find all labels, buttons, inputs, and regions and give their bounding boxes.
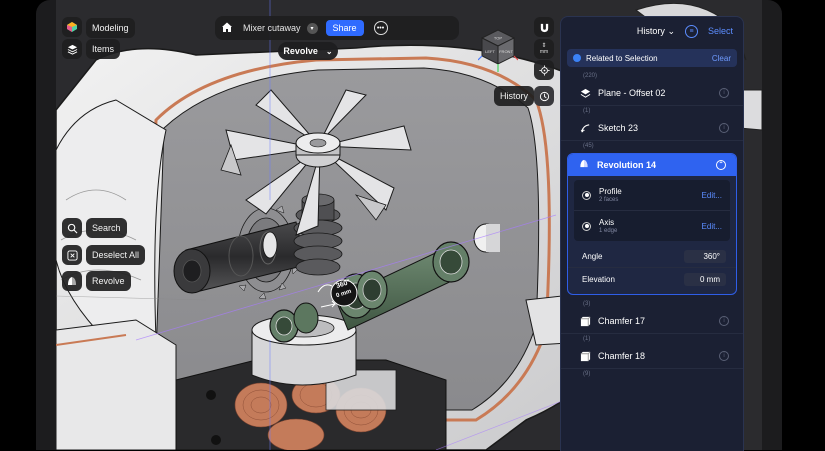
history-count: (220) <box>583 73 598 79</box>
revolve-mode-dropdown[interactable]: Revolve ⌄ <box>278 42 338 60</box>
history-item-label: Sketch 23 <box>598 123 639 133</box>
axis-radio[interactable] <box>582 221 591 231</box>
revolve-icon <box>578 158 590 172</box>
elevation-label: Elevation <box>582 274 615 284</box>
info-icon[interactable]: i <box>719 316 729 326</box>
info-icon[interactable]: i <box>719 351 729 361</box>
profile-label: Profile <box>599 187 622 196</box>
view-cube-front: FRONT <box>499 49 513 54</box>
view-cube[interactable]: TOP LEFT FRONT <box>478 26 518 72</box>
units-selector[interactable]: ⇕ mm <box>534 39 554 59</box>
chamfer-icon <box>579 350 591 362</box>
deselect-icon[interactable] <box>62 245 82 265</box>
select-button[interactable]: Select <box>708 26 733 36</box>
device-bezel-right <box>762 0 782 450</box>
view-cube-top: TOP <box>494 36 502 41</box>
history-chip-label: History <box>500 91 529 101</box>
axis-row[interactable]: Axis 1 edge Edit... <box>574 211 730 241</box>
history-title-dropdown[interactable]: History ⌄ <box>637 26 675 37</box>
chevron-down-icon: ⌄ <box>325 46 333 56</box>
collapse-chevron-icon[interactable]: ⌃ <box>716 160 726 170</box>
chevron-down-icon: ⌄ <box>667 25 675 36</box>
related-label: Related to Selection <box>586 53 658 63</box>
elevation-input[interactable]: 0 mm <box>684 272 726 286</box>
modeling-chip[interactable]: Modeling <box>86 18 135 38</box>
history-item-chamfer-18[interactable]: Chamfer 18 i <box>561 344 743 369</box>
angle-row: Angle 360° <box>568 245 736 268</box>
search-chip[interactable]: Search <box>86 218 127 238</box>
history-item-label: Revolution 14 <box>597 160 657 170</box>
items-label: Items <box>92 44 115 54</box>
history-item-sketch[interactable]: Sketch 23 i <box>561 116 743 141</box>
modeling-workspace-icon[interactable] <box>62 17 82 37</box>
deselect-all-label: Deselect All <box>92 250 140 260</box>
info-icon[interactable]: i <box>719 123 729 133</box>
angle-input[interactable]: 360° <box>684 249 726 263</box>
revolution-inputs: Profile 2 faces Edit... Axis 1 edge Edit… <box>574 180 730 241</box>
related-to-selection-bar[interactable]: Related to Selection Clear <box>567 49 737 67</box>
axis-sub: 1 edge <box>599 228 618 234</box>
chamfer-icon <box>579 315 591 327</box>
angle-label: Angle <box>582 251 603 261</box>
clear-button[interactable]: Clear <box>712 54 731 63</box>
revolution-properties: Angle 360° Elevation 0 mm <box>568 245 736 290</box>
document-menu-chevron-icon[interactable]: ▾ <box>306 22 318 34</box>
history-chip[interactable]: History <box>494 86 535 106</box>
history-item-plane-offset[interactable]: Plane - Offset 02 i <box>561 81 743 106</box>
filter-icon[interactable]: ≡ <box>684 24 698 38</box>
units-label: mm <box>539 49 549 55</box>
related-indicator-icon <box>573 54 581 62</box>
history-item-label: Chamfer 17 <box>598 316 646 326</box>
home-icon[interactable] <box>221 21 233 35</box>
history-panel-header: History ⌄ ≡ Select <box>561 17 743 45</box>
info-icon[interactable]: i <box>719 88 729 98</box>
plane-icon <box>579 87 591 99</box>
history-item-chamfer-17[interactable]: Chamfer 17 i <box>561 309 743 334</box>
revolve-mode-label: Revolve <box>283 46 318 56</box>
history-count: (45) <box>583 143 594 149</box>
profile-row[interactable]: Profile 2 faces Edit... <box>574 180 730 211</box>
render-settings-icon[interactable] <box>534 60 554 80</box>
profile-radio[interactable] <box>582 190 591 200</box>
history-clock-icon[interactable] <box>534 86 554 106</box>
revolve-tool-icon[interactable] <box>62 271 82 291</box>
history-item-label: Chamfer 18 <box>598 351 646 361</box>
revolve-chip[interactable]: Revolve <box>86 271 131 291</box>
history-count: (1) <box>583 336 591 342</box>
history-item-label: Plane - Offset 02 <box>598 88 666 98</box>
axis-edit-button[interactable]: Edit... <box>702 222 722 231</box>
axis-label: Axis <box>599 218 615 227</box>
device-bezel-left <box>36 0 56 450</box>
history-count: (3) <box>583 301 591 307</box>
history-count: (1) <box>583 108 591 114</box>
history-count: (9) <box>583 371 591 377</box>
more-options-icon[interactable]: ••• <box>373 21 388 35</box>
profile-edit-button[interactable]: Edit... <box>702 191 722 200</box>
document-title[interactable]: Mixer cutaway <box>243 23 301 33</box>
search-icon[interactable] <box>62 218 82 238</box>
profile-sub: 2 faces <box>599 197 619 203</box>
elevation-row: Elevation 0 mm <box>568 268 736 290</box>
items-icon[interactable] <box>62 39 82 59</box>
history-item-revolution-expanded: Revolution 14 ⌃ Profile 2 faces Edit... … <box>567 153 737 295</box>
history-panel: History ⌄ ≡ Select Related to Selection … <box>560 16 744 451</box>
revolve-chip-label: Revolve <box>92 276 125 286</box>
history-title: History <box>636 25 665 36</box>
share-button[interactable]: Share <box>325 20 364 36</box>
sketch-icon <box>579 122 591 134</box>
history-item-revolution[interactable]: Revolution 14 ⌃ <box>568 154 736 176</box>
modeling-label: Modeling <box>92 23 129 33</box>
view-cube-left: LEFT <box>485 49 495 54</box>
top-toolbar: Mixer cutaway ▾ Share ••• <box>215 16 459 40</box>
magnet-snap-icon[interactable] <box>534 17 554 37</box>
search-label: Search <box>92 223 121 233</box>
deselect-all-chip[interactable]: Deselect All <box>86 245 146 265</box>
items-chip[interactable]: Items <box>86 39 121 59</box>
